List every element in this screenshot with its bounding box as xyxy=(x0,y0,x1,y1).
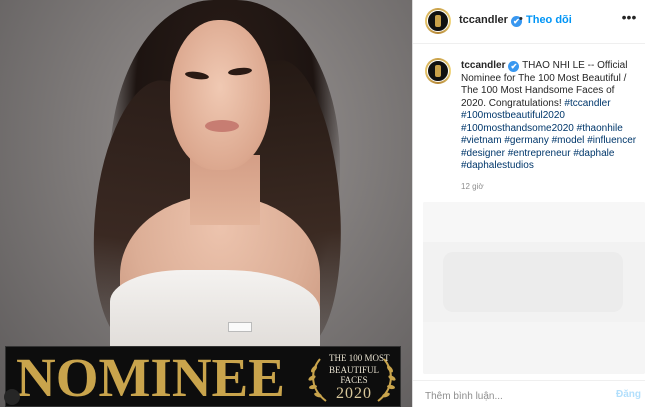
column-divider xyxy=(412,0,413,407)
post-comment-button[interactable]: Đăng xyxy=(616,389,641,400)
blurred-comments-area xyxy=(423,202,645,374)
hashtag-link[interactable]: #model xyxy=(552,135,585,146)
post-caption: tccandler ✔ THAO NHI LE -- Official Nomin… xyxy=(461,60,641,173)
photo-lips xyxy=(205,120,239,132)
verified-badge-icon: ✔ xyxy=(508,61,520,72)
avatar[interactable] xyxy=(425,8,451,34)
hashtag-link[interactable]: #100mosthandsome2020 xyxy=(461,123,574,134)
hashtag-link[interactable]: #germany xyxy=(504,135,548,146)
hashtag-link[interactable]: #influencer xyxy=(587,135,636,146)
hashtag-link[interactable]: #thaonhile xyxy=(577,123,623,134)
nominee-banner: NOMINEE THE 100 MOST BEAUTIFUL FACES 202… xyxy=(5,346,401,407)
post-timestamp[interactable]: 12 giờ xyxy=(461,182,484,191)
tagged-user-icon[interactable] xyxy=(4,389,20,405)
comment-bar: Đăng xyxy=(413,380,645,407)
hashtag-link[interactable]: #daphale xyxy=(573,148,614,159)
banner-line2: BEAUTIFUL FACES xyxy=(329,365,379,385)
caption-username[interactable]: tccandler xyxy=(461,60,505,71)
hashtag-link[interactable]: #tccandler xyxy=(564,98,610,109)
separator-dot: • xyxy=(519,13,523,25)
more-options-icon[interactable]: ••• xyxy=(621,9,637,25)
hashtag-link[interactable]: #designer xyxy=(461,148,505,159)
post-header: tccandler ✔ • Theo dõi ••• xyxy=(413,0,645,44)
photo-face xyxy=(170,20,270,170)
follow-button[interactable]: Theo dõi xyxy=(526,14,572,26)
hashtag-link[interactable]: #vietnam xyxy=(461,135,502,146)
username-link[interactable]: tccandler ✔ xyxy=(459,14,522,27)
nominee-text: NOMINEE xyxy=(16,347,285,407)
photo-dress-tag xyxy=(228,322,252,332)
hashtag-link[interactable]: #100mostbeautiful2020 xyxy=(461,110,565,121)
hashtag-link[interactable]: #daphalestudios xyxy=(461,160,534,171)
banner-line1: THE 100 MOST xyxy=(329,353,390,363)
username-text: tccandler xyxy=(459,14,508,26)
post-photo[interactable]: NOMINEE THE 100 MOST BEAUTIFUL FACES 202… xyxy=(0,0,412,407)
caption-avatar[interactable] xyxy=(425,58,451,84)
comment-input[interactable] xyxy=(425,389,595,403)
banner-year: 2020 xyxy=(336,385,372,402)
hashtag-link[interactable]: #entrepreneur xyxy=(508,148,571,159)
